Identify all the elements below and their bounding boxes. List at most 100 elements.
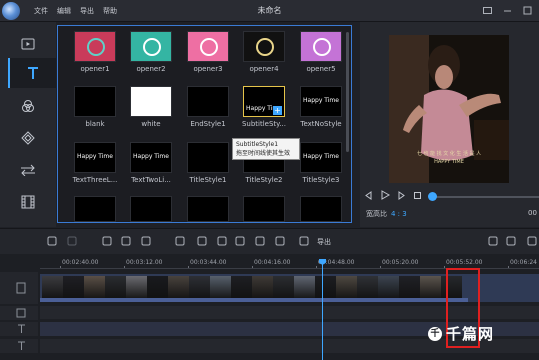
library-thumb[interactable]: Happy Time [130,142,172,173]
sidebar-item-transitions[interactable] [14,156,42,184]
restore-icon[interactable] [482,5,493,16]
window-controls [482,5,533,16]
clip-frame [273,276,294,300]
prev-frame-icon[interactable] [364,190,373,200]
library-thumb[interactable] [74,31,116,62]
zoom-in-icon[interactable] [526,235,538,247]
film-icon [21,195,35,209]
thumb-emblem [256,38,274,56]
pen-icon[interactable] [101,235,113,247]
export-button-label[interactable]: 导出 [317,237,331,247]
playhead[interactable] [322,262,323,360]
library-thumb[interactable] [74,86,116,117]
clip-frame [399,276,420,300]
sidebar [0,22,56,227]
library-thumb[interactable]: Happy Time [74,142,116,173]
thumb-label: TitleStyle2 [245,176,283,184]
next-frame-icon[interactable] [397,190,406,200]
clip-frame [210,276,231,300]
aspect-ratio-value: 4 : 3 [391,210,407,218]
thumb-label: SubtitleSty... [241,120,287,128]
fit-icon[interactable] [487,235,499,247]
watermark-logo: 千 [428,326,442,341]
tooltip-title: SubtitleStyle1 [236,141,279,148]
overlays-icon [21,131,35,145]
thumb-emblem [87,38,105,56]
clip-frame [378,276,399,300]
sidebar-item-media[interactable] [14,30,42,58]
add-icon[interactable]: + [273,106,282,115]
library-thumb[interactable]: Happy Time [300,86,342,117]
export-icon[interactable] [298,235,310,247]
thumb-emblem [313,38,331,56]
text-track-header [0,322,38,336]
timeline-tick-label: 00:06:24 [510,259,537,266]
library-thumb[interactable] [187,31,229,62]
play-icon[interactable] [380,190,390,200]
clip-frame [294,276,315,300]
text-track-2-header [0,339,38,353]
seek-bar[interactable] [433,196,539,198]
thumb-text: Happy Time [303,153,339,160]
player-controls [364,190,422,200]
zoom-out-icon[interactable] [505,235,517,247]
camera-icon[interactable] [234,235,246,247]
library-thumb[interactable] [300,31,342,62]
clip-frame [357,276,378,300]
thumb-label: TitleStyle3 [302,176,340,184]
stop-icon[interactable] [413,191,422,200]
overlay-track-icon [16,308,26,318]
redo-icon[interactable] [66,235,78,247]
library-thumb[interactable]: Happy Time [300,142,342,173]
thumb-text: Happy Time [303,97,339,104]
library-thumb[interactable]: Happy Time + [243,86,285,117]
resize-icon[interactable] [196,235,208,247]
sidebar-item-film[interactable] [14,188,42,216]
clip-frame [189,276,210,300]
mic-icon[interactable] [274,235,286,247]
timeline-tick-label: 00:04:16.00 [254,259,291,266]
library-thumb[interactable] [243,31,285,62]
maximize-icon[interactable] [522,5,533,16]
library-thumb[interactable] [187,196,229,222]
seek-handle[interactable] [428,192,437,201]
clip-frame [42,276,63,300]
aspect-ratio[interactable]: 宽高比 4 : 3 [366,209,407,219]
crop-icon[interactable] [174,235,186,247]
watermark: 千 千篇网 [428,323,494,344]
library-thumb[interactable] [300,196,342,222]
sidebar-item-text[interactable] [8,58,56,88]
video-clip-bar[interactable] [40,298,468,302]
preview-video: 七 也 能 找 文 化 生 活 是 人 HAPPY TIME [389,35,509,183]
thumb-label: opener3 [193,65,223,73]
scissors-icon[interactable] [120,235,132,247]
delete-icon[interactable] [140,235,152,247]
undo-icon[interactable] [46,235,58,247]
library-thumb[interactable] [187,86,229,117]
mosaic-icon[interactable] [216,235,228,247]
clip-frame [336,276,357,300]
video-caption-cn: 七 也 能 找 文 化 生 活 是 人 [416,151,482,157]
edit-toolbar [0,228,539,254]
thumb-label: blank [85,120,105,128]
sidebar-item-filters[interactable] [14,92,42,120]
clip-frame [126,276,147,300]
sidebar-item-overlays[interactable] [14,124,42,152]
clip-frame [252,276,273,300]
library-thumb[interactable] [130,31,172,62]
library-thumb[interactable] [130,86,172,117]
video-caption: HAPPY TIME [434,159,464,165]
library-thumb[interactable] [243,196,285,222]
thumb-emblem [200,38,218,56]
tooltip: SubtitleStyle1 拖至时间线使其生效 [232,138,300,160]
clip-frame [147,276,168,300]
library-thumb[interactable] [187,142,229,173]
library-scrollbar[interactable] [346,32,349,152]
minimize-icon[interactable] [502,5,513,16]
clock-icon[interactable] [254,235,266,247]
watermark-text: 千篇网 [446,325,495,343]
thumb-label: opener5 [306,65,336,73]
video-track-header [0,272,38,304]
library-thumb[interactable] [74,196,116,222]
library-thumb[interactable] [130,196,172,222]
